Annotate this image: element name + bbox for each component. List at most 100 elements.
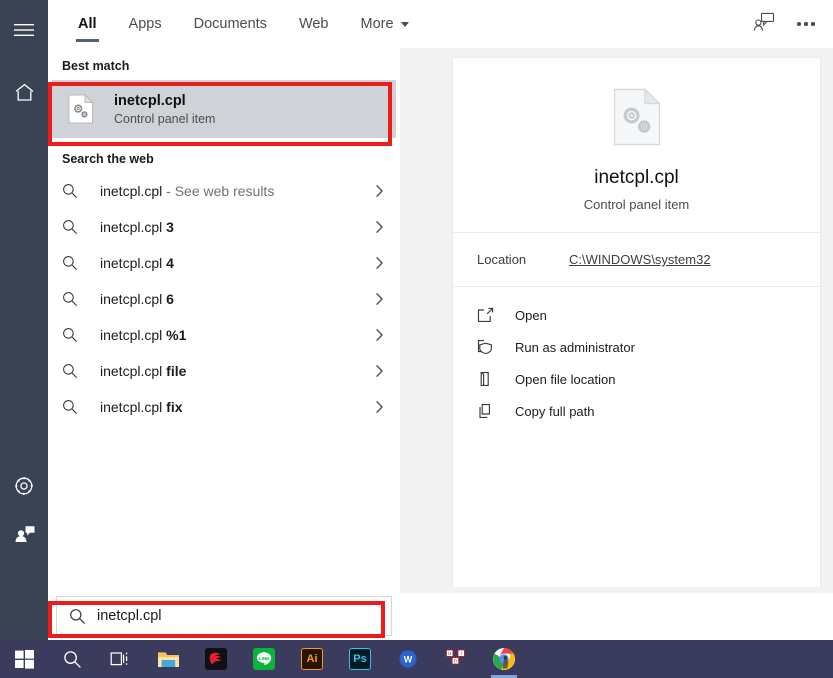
line-button[interactable]: LINE — [240, 640, 288, 678]
word-tiles-icon: u i n — [444, 647, 468, 671]
tab-all-label: All — [78, 16, 97, 32]
web-result-item[interactable]: inetcpl.cpl 3 — [48, 209, 400, 245]
action-open-label: Open — [515, 307, 547, 323]
task-view-button[interactable] — [96, 640, 144, 678]
web-result-label: inetcpl.cpl %1 — [100, 327, 187, 343]
chevron-right-icon — [370, 292, 388, 306]
detail-pane-background: inetcpl.cpl Control panel item Location … — [400, 48, 833, 593]
chrome-icon — [492, 647, 516, 671]
word-game-button[interactable]: u i n — [432, 640, 480, 678]
search-icon — [62, 219, 96, 235]
web-result-item[interactable]: inetcpl.cpl 6 — [48, 281, 400, 317]
hamburger-menu-icon — [14, 23, 34, 37]
location-label: Location — [477, 252, 527, 267]
home-icon — [14, 83, 35, 102]
web-result-item[interactable]: inetcpl.cpl - See web results — [48, 173, 400, 209]
svg-text:W: W — [404, 655, 413, 665]
search-icon — [57, 608, 97, 625]
tab-more-label: More — [360, 16, 394, 32]
tab-apps-label: Apps — [128, 16, 162, 32]
action-run-as-administrator-label: Run as administrator — [515, 339, 635, 355]
chevron-down-icon — [400, 21, 409, 27]
svg-text:LINE: LINE — [259, 656, 269, 661]
cpl-file-icon-large — [613, 87, 661, 151]
search-bar-area: inetcpl.cpl — [48, 593, 833, 640]
shield-run-icon — [477, 339, 511, 355]
illustrator-button[interactable]: Ai — [288, 640, 336, 678]
gear-icon — [14, 476, 34, 496]
action-open-file-location-label: Open file location — [515, 371, 616, 387]
tab-documents[interactable]: Documents — [178, 0, 283, 48]
location-link[interactable]: C:\WINDOWS\system32 — [569, 252, 711, 267]
chevron-right-icon — [370, 220, 388, 234]
taskbar: LINE Ai Ps W u i n — [0, 640, 833, 678]
start-button[interactable] — [0, 640, 48, 678]
best-match-text: inetcpl.cpl Control panel item — [98, 93, 215, 126]
task-view-icon — [108, 647, 132, 671]
search-tabs: All Apps Documents Web More — [48, 0, 425, 48]
chrome-button[interactable] — [480, 640, 528, 678]
folder-location-icon — [477, 371, 511, 387]
web-result-item[interactable]: inetcpl.cpl file — [48, 353, 400, 389]
best-match-wrap: inetcpl.cpl Control panel item — [48, 80, 400, 138]
file-explorer-button[interactable] — [144, 640, 192, 678]
wps-icon: W — [396, 647, 420, 671]
chevron-right-icon — [370, 400, 388, 414]
svg-text:i: i — [461, 651, 462, 657]
web-result-label: inetcpl.cpl - See web results — [100, 183, 275, 199]
tab-documents-label: Documents — [193, 16, 267, 32]
best-match-item[interactable]: inetcpl.cpl Control panel item — [52, 80, 396, 138]
windows-search-screen: All Apps Documents Web More Best match i… — [0, 0, 833, 678]
feedback-person-icon — [753, 12, 775, 37]
action-copy-full-path[interactable]: Copy full path — [453, 395, 820, 427]
garena-button[interactable] — [192, 640, 240, 678]
search-flyout: All Apps Documents Web More Best match i… — [48, 0, 833, 640]
tab-all[interactable]: All — [62, 0, 113, 48]
open-external-icon — [477, 307, 511, 323]
hamburger-menu-button[interactable] — [0, 6, 48, 54]
wps-office-button[interactable]: W — [384, 640, 432, 678]
detail-location-row: Location C:\WINDOWS\system32 — [453, 233, 820, 287]
chevron-right-icon — [370, 184, 388, 198]
sidebar-item-feedback[interactable] — [0, 510, 48, 558]
chevron-right-icon — [370, 364, 388, 378]
action-run-as-administrator[interactable]: Run as administrator — [453, 331, 820, 363]
tab-web-label: Web — [298, 16, 329, 32]
detail-hero: inetcpl.cpl Control panel item — [453, 58, 820, 233]
search-icon — [62, 399, 96, 415]
search-icon — [62, 363, 96, 379]
ellipsis-icon — [797, 22, 815, 26]
action-open-file-location[interactable]: Open file location — [453, 363, 820, 395]
search-input[interactable]: inetcpl.cpl — [56, 596, 392, 636]
detail-subtitle: Control panel item — [583, 197, 690, 212]
photoshop-button[interactable]: Ps — [336, 640, 384, 678]
sidebar-item-home[interactable] — [0, 68, 48, 116]
tab-more[interactable]: More — [345, 0, 425, 48]
web-result-label: inetcpl.cpl 3 — [100, 219, 174, 235]
web-result-item[interactable]: inetcpl.cpl 4 — [48, 245, 400, 281]
tab-apps[interactable]: Apps — [113, 0, 178, 48]
search-the-web-heading: Search the web — [62, 152, 154, 166]
garena-icon — [205, 648, 227, 670]
action-copy-full-path-label: Copy full path — [515, 403, 595, 419]
action-open[interactable]: Open — [453, 299, 820, 331]
search-icon — [60, 647, 84, 671]
svg-text:u: u — [448, 651, 451, 657]
detail-actions: Open Run as administrator Open file loca… — [453, 287, 820, 427]
search-icon — [62, 327, 96, 343]
line-icon: LINE — [253, 648, 275, 670]
taskbar-search-button[interactable] — [48, 640, 96, 678]
feedback-button[interactable] — [743, 4, 785, 44]
web-result-item[interactable]: inetcpl.cpl fix — [48, 389, 400, 425]
header-actions — [743, 0, 827, 48]
web-result-label: inetcpl.cpl 4 — [100, 255, 174, 271]
illustrator-icon: Ai — [301, 648, 323, 670]
results-column: Best match inetcpl.cpl Control panel ite… — [48, 48, 400, 593]
overflow-menu-button[interactable] — [785, 4, 827, 44]
detail-card: inetcpl.cpl Control panel item Location … — [452, 57, 821, 587]
web-result-label: inetcpl.cpl 6 — [100, 291, 174, 307]
best-match-title: inetcpl.cpl — [114, 92, 186, 109]
tab-web[interactable]: Web — [283, 0, 345, 48]
web-result-item[interactable]: inetcpl.cpl %1 — [48, 317, 400, 353]
sidebar-item-settings[interactable] — [0, 462, 48, 510]
